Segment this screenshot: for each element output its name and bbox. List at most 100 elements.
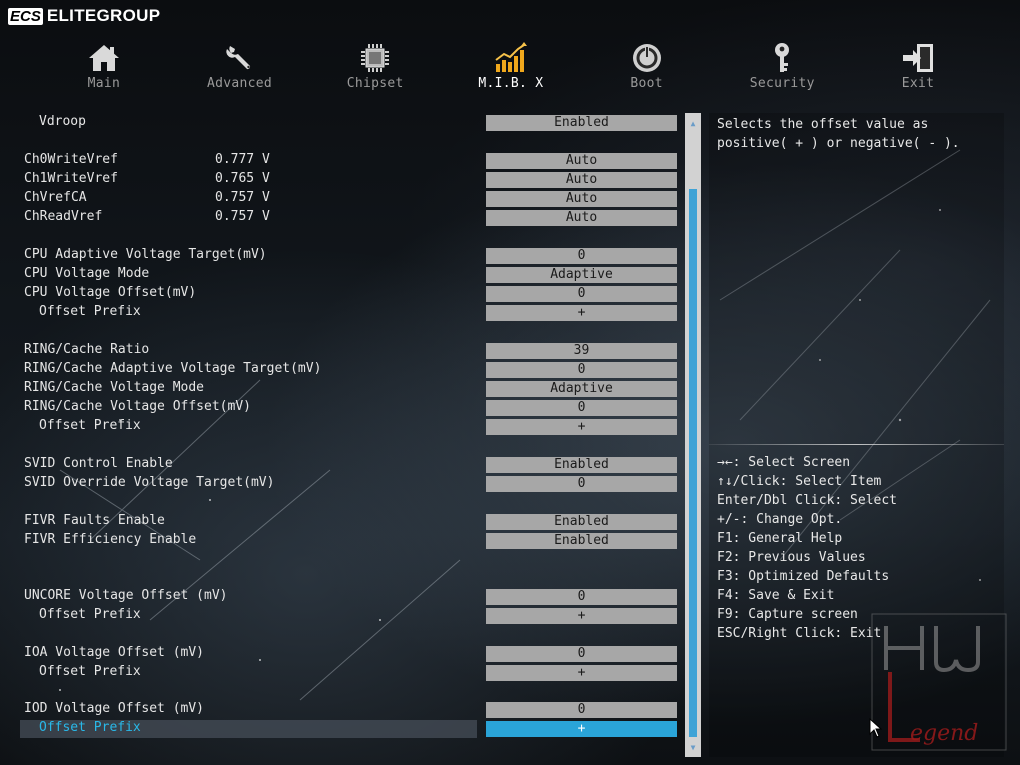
setting-value[interactable]: Enabled <box>486 514 677 530</box>
setting-row-ring-offset-prefix[interactable]: Offset Prefix + <box>18 417 684 436</box>
nav-label: M.I.B. X <box>478 76 544 91</box>
setting-value[interactable]: Adaptive <box>486 267 677 283</box>
setting-row-ring-voltage-mode[interactable]: RING/Cache Voltage Mode Adaptive <box>18 379 684 398</box>
setting-row-fivr-efficiency-enable[interactable]: FIVR Efficiency Enable Enabled <box>18 531 684 550</box>
setting-row-vdroop[interactable]: Vdroop Enabled <box>18 113 684 132</box>
setting-value[interactable]: 0 <box>486 286 677 302</box>
key-hint: ↑↓/Click: Select Item <box>717 474 882 489</box>
performance-chart-icon <box>494 42 528 74</box>
setting-value[interactable]: Enabled <box>486 115 677 131</box>
setting-row-cpu-adaptive-voltage-target[interactable]: CPU Adaptive Voltage Target(mV) 0 <box>18 246 684 265</box>
setting-row-iod-offset-prefix[interactable]: Offset Prefix + <box>18 719 684 738</box>
top-nav: Main Advanced Chipset M.I.B. X Boot Secu… <box>36 42 986 96</box>
setting-value[interactable]: + <box>486 608 677 624</box>
setting-value[interactable]: 0 <box>486 400 677 416</box>
setting-row-iod-voltage-offset[interactable]: IOD Voltage Offset (mV) 0 <box>18 700 684 719</box>
power-icon <box>630 42 664 74</box>
setting-value[interactable]: Enabled <box>486 533 677 549</box>
home-icon <box>87 42 121 74</box>
setting-row-svid-control-enable[interactable]: SVID Control Enable Enabled <box>18 455 684 474</box>
setting-label: Offset Prefix <box>39 304 141 319</box>
nav-tab-mib-x[interactable]: M.I.B. X <box>443 42 579 96</box>
setting-row-svid-override-voltage-target[interactable]: SVID Override Voltage Target(mV) 0 <box>18 474 684 493</box>
scroll-down-arrow-icon[interactable]: ▼ <box>685 739 701 755</box>
setting-row-ch1writevref[interactable]: Ch1WriteVref 0.765 V Auto <box>18 170 684 189</box>
nav-tab-chipset[interactable]: Chipset <box>307 42 443 96</box>
setting-row-ring-adaptive-voltage-target[interactable]: RING/Cache Adaptive Voltage Target(mV) 0 <box>18 360 684 379</box>
voltage-reading: 0.757 V <box>215 190 270 205</box>
nav-tab-exit[interactable]: Exit <box>850 42 986 96</box>
setting-label: Offset Prefix <box>39 720 141 735</box>
key-hint: +/-: Change Opt. <box>717 512 843 527</box>
setting-label: CPU Adaptive Voltage Target(mV) <box>24 247 267 262</box>
setting-label: Vdroop <box>39 114 86 129</box>
setting-row-uncore-voltage-offset[interactable]: UNCORE Voltage Offset (mV) 0 <box>18 587 684 606</box>
setting-value[interactable]: + <box>486 665 677 681</box>
mouse-cursor-icon <box>869 718 883 738</box>
nav-label: Exit <box>901 76 935 91</box>
setting-row-ioa-voltage-offset[interactable]: IOA Voltage Offset (mV) 0 <box>18 644 684 663</box>
setting-label: ChReadVref <box>24 209 103 224</box>
nav-label: Main <box>87 76 121 91</box>
key-hint: F2: Previous Values <box>717 550 866 565</box>
setting-value[interactable]: 0 <box>486 362 677 378</box>
setting-value[interactable]: + <box>486 721 677 737</box>
voltage-reading: 0.777 V <box>215 152 270 167</box>
chip-icon <box>358 42 392 74</box>
scrollbar-thumb[interactable] <box>689 189 697 737</box>
setting-label: CPU Voltage Offset(mV) <box>24 285 197 300</box>
nav-tab-advanced[interactable]: Advanced <box>172 42 308 96</box>
setting-value[interactable]: + <box>486 419 677 435</box>
setting-value[interactable]: Auto <box>486 153 677 169</box>
setting-row-cpu-voltage-mode[interactable]: CPU Voltage Mode Adaptive <box>18 265 684 284</box>
voltage-reading: 0.765 V <box>215 171 270 186</box>
help-divider <box>709 444 1004 445</box>
nav-label: Boot <box>630 76 663 91</box>
setting-row-uncore-offset-prefix[interactable]: Offset Prefix + <box>18 606 684 625</box>
setting-value[interactable]: Auto <box>486 191 677 207</box>
setting-row-ring-cache-ratio[interactable]: RING/Cache Ratio 39 <box>18 341 684 360</box>
settings-scrollbar[interactable]: ▲ ▼ <box>685 113 701 757</box>
key-hint: F4: Save & Exit <box>717 588 835 603</box>
setting-label: IOA Voltage Offset (mV) <box>24 645 205 660</box>
setting-value[interactable]: 0 <box>486 646 677 662</box>
setting-label: RING/Cache Voltage Offset(mV) <box>24 399 251 414</box>
setting-value[interactable]: 0 <box>486 702 677 718</box>
setting-value[interactable]: Adaptive <box>486 381 677 397</box>
setting-row-ioa-offset-prefix[interactable]: Offset Prefix + <box>18 663 684 682</box>
exit-door-icon <box>901 42 935 74</box>
setting-value[interactable]: Auto <box>486 210 677 226</box>
scroll-up-arrow-icon[interactable]: ▲ <box>685 115 701 131</box>
setting-row-ch0writevref[interactable]: Ch0WriteVref 0.777 V Auto <box>18 151 684 170</box>
setting-label: Offset Prefix <box>39 607 141 622</box>
key-icon <box>765 42 799 74</box>
nav-tab-security[interactable]: Security <box>714 42 850 96</box>
nav-tab-main[interactable]: Main <box>36 42 172 96</box>
setting-row-fivr-faults-enable[interactable]: FIVR Faults Enable Enabled <box>18 512 684 531</box>
nav-tab-boot[interactable]: Boot <box>579 42 715 96</box>
setting-row-chreadvref[interactable]: ChReadVref 0.757 V Auto <box>18 208 684 227</box>
setting-row-cpu-offset-prefix[interactable]: Offset Prefix + <box>18 303 684 322</box>
setting-value[interactable]: + <box>486 305 677 321</box>
setting-label: Offset Prefix <box>39 664 141 679</box>
setting-value[interactable]: Enabled <box>486 457 677 473</box>
setting-row-ring-voltage-offset[interactable]: RING/Cache Voltage Offset(mV) 0 <box>18 398 684 417</box>
setting-value[interactable]: 39 <box>486 343 677 359</box>
setting-value[interactable]: Auto <box>486 172 677 188</box>
nav-label: Chipset <box>346 76 404 91</box>
setting-label: RING/Cache Ratio <box>24 342 150 357</box>
setting-label: FIVR Efficiency Enable <box>24 532 197 547</box>
brand-name: ELITEGROUP <box>46 6 161 25</box>
setting-value[interactable]: 0 <box>486 589 677 605</box>
key-hint: F1: General Help <box>717 531 843 546</box>
setting-label: FIVR Faults Enable <box>24 513 165 528</box>
setting-label: Offset Prefix <box>39 418 141 433</box>
nav-label: Security <box>749 76 815 91</box>
setting-label: ChVrefCA <box>24 190 87 205</box>
setting-value[interactable]: 0 <box>486 476 677 492</box>
setting-label: IOD Voltage Offset (mV) <box>24 701 205 716</box>
setting-row-chvrefca[interactable]: ChVrefCA 0.757 V Auto <box>18 189 684 208</box>
setting-value[interactable]: 0 <box>486 248 677 264</box>
help-description: Selects the offset value as positive( + … <box>717 117 960 151</box>
setting-row-cpu-voltage-offset[interactable]: CPU Voltage Offset(mV) 0 <box>18 284 684 303</box>
